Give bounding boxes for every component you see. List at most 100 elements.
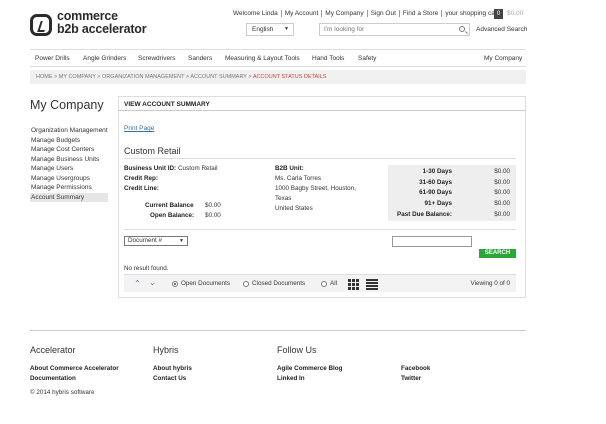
search-icon[interactable]	[459, 26, 465, 32]
utility-links: Welcome Linda My Account My Company Sign Ou…	[230, 10, 502, 17]
nav-item-angle-grinders[interactable]: Angle Grinders	[83, 55, 126, 62]
open-documents-label: Open Documents	[181, 280, 231, 287]
address-line-3: Texas	[275, 195, 292, 202]
sidebar-item-account-summary[interactable]: Account Summary	[30, 192, 108, 202]
b2b-unit-label: B2B Unit:	[275, 165, 304, 172]
aging-label: 91+ Days	[424, 200, 452, 207]
document-type-value: Document #	[128, 237, 162, 244]
sidebar-menu: Organization Management Manage Budgets M…	[30, 126, 108, 202]
aging-value: $0.00	[494, 179, 510, 186]
current-balance-value: $0.00	[205, 202, 221, 209]
nav-item-power-drills[interactable]: Power Drills	[35, 55, 70, 62]
logo-line2: b2b accelerator	[57, 22, 147, 36]
footer-link-twitter[interactable]: Twitter	[401, 375, 421, 382]
section-divider	[124, 158, 516, 159]
sidebar-item-manage-permissions[interactable]: Manage Permissions	[30, 183, 108, 193]
cart-total: $0.00	[507, 10, 524, 17]
nav-divider-bottom	[30, 66, 526, 67]
footer-link-documentation[interactable]: Documentation	[30, 375, 76, 382]
credit-line-label: Credit Line:	[124, 185, 159, 192]
aging-value: $0.00	[494, 200, 510, 207]
closed-documents-label: Closed Documents	[252, 280, 306, 287]
nav-divider-top	[30, 49, 526, 50]
find-store-link[interactable]: Find a Store	[399, 10, 443, 17]
sidebar-item-manage-budgets[interactable]: Manage Budgets	[30, 136, 108, 146]
breadcrumb-separator: >	[97, 74, 101, 80]
aging-label: Past Due Balance:	[397, 211, 452, 218]
logo-text[interactable]: commerce b2b accelerator	[57, 10, 147, 36]
footer-link-agile-commerce-blog[interactable]: Agile Commerce Blog	[277, 365, 342, 372]
open-documents-radio[interactable]	[172, 281, 178, 287]
address-line-4: United States	[275, 205, 313, 212]
nav-item-my-company[interactable]: My Company	[484, 55, 522, 62]
sidebar-item-manage-users[interactable]: Manage Users	[30, 164, 108, 174]
footer-divider	[30, 330, 526, 331]
breadcrumb-separator: >	[54, 74, 58, 80]
language-select[interactable]: English ▼	[246, 23, 294, 36]
unit-name-heading: Custom Retail	[124, 146, 181, 156]
open-balance-label: Open Balance:	[150, 212, 195, 219]
nav-item-safety[interactable]: Safety	[358, 55, 376, 62]
nav-item-screwdrivers[interactable]: Screwdrivers	[138, 55, 176, 62]
viewing-count: Viewing 0 of 0	[470, 280, 510, 287]
caret-down-icon: ▼	[179, 238, 184, 244]
footer-link-about-hybris[interactable]: About hybris	[153, 365, 192, 372]
breadcrumb-separator: >	[248, 74, 252, 80]
aging-value: $0.00	[494, 189, 510, 196]
sort-down-icon[interactable]: ⌄	[149, 278, 156, 287]
footer-link-linked-in[interactable]: Linked In	[277, 375, 305, 382]
document-search-input[interactable]	[392, 236, 472, 247]
search-input[interactable]	[320, 24, 450, 35]
nav-item-sanders[interactable]: Sanders	[188, 55, 212, 62]
footer-link-facebook[interactable]: Facebook	[401, 365, 430, 372]
advanced-search-link[interactable]: Advanced Search	[476, 26, 527, 33]
my-account-link[interactable]: My Account	[281, 10, 323, 17]
aging-table: 1-30 Days $0.00 31-60 Days $0.00 61-90 Day…	[388, 165, 516, 221]
footer-heading-hybris: Hybris	[153, 345, 179, 355]
footer-link-contact-us[interactable]: Contact Us	[153, 375, 186, 382]
business-unit-id-value: Custom Retail	[178, 165, 218, 172]
copyright: © 2014 hybris software	[30, 389, 95, 396]
breadcrumb-account-summary[interactable]: ACCOUNT SUMMARY	[190, 74, 247, 80]
footer-link-about-commerce-accelerator[interactable]: About Commerce Accelerator	[30, 365, 119, 372]
sidebar-item-manage-usergroups[interactable]: Manage Usergroups	[30, 174, 108, 184]
my-company-link[interactable]: My Company	[322, 10, 368, 17]
breadcrumb-current: ACCOUNT STATUS DETAILS	[252, 74, 327, 80]
closed-documents-radio[interactable]	[243, 281, 249, 287]
aging-value: $0.00	[494, 168, 510, 175]
sort-up-icon[interactable]: ⌃	[134, 279, 141, 288]
panel-title: VIEW ACCOUNT SUMMARY	[124, 101, 210, 108]
section-divider	[124, 229, 516, 230]
open-balance-value: $0.00	[205, 212, 221, 219]
aging-label: 61-90 Days	[419, 189, 452, 196]
list-view-icon[interactable]	[366, 279, 378, 290]
aging-label: 1-30 Days	[422, 168, 452, 175]
breadcrumb-my-company[interactable]: MY COMPANY	[59, 74, 96, 80]
logo-icon[interactable]	[30, 14, 52, 36]
breadcrumb-home[interactable]: HOME	[36, 74, 53, 80]
nav-item-measuring-layout-tools[interactable]: Measuring & Layout Tools	[225, 55, 300, 62]
results-toolbar: ⌃ ⌄ Open Documents Closed Documents All …	[124, 274, 516, 292]
cart-count-badge[interactable]: 0	[494, 9, 503, 19]
document-type-select[interactable]: Document # ▼	[124, 236, 188, 246]
business-unit-id-label: Business Unit ID:	[124, 165, 177, 172]
panel-title-divider	[118, 110, 526, 111]
all-documents-radio[interactable]	[321, 281, 327, 287]
sign-out-link[interactable]: Sign Out	[367, 10, 400, 17]
print-page-link[interactable]: Print Page	[124, 125, 154, 132]
shopping-cart-link[interactable]: your shopping cart	[442, 10, 501, 17]
breadcrumb-organization-management[interactable]: ORGANIZATION MANAGEMENT	[102, 74, 184, 80]
breadcrumb: HOME > MY COMPANY > ORGANIZATION MANAGEM…	[30, 70, 526, 84]
footer-heading-follow-us: Follow Us	[277, 345, 317, 355]
address-line-2: 1000 Bagby Street, Houston,	[275, 185, 356, 192]
sidebar-item-organization-management[interactable]: Organization Management	[30, 126, 108, 136]
grid-view-icon[interactable]	[348, 279, 359, 290]
sidebar-item-manage-cost-centers[interactable]: Manage Cost Centers	[30, 145, 108, 155]
language-value: English	[252, 26, 274, 33]
search-box[interactable]	[319, 23, 470, 36]
nav-item-hand-tools[interactable]: Hand Tools	[312, 55, 344, 62]
sidebar-item-manage-business-units[interactable]: Manage Business Units	[30, 155, 108, 165]
footer-heading-accelerator: Accelerator	[30, 345, 76, 355]
welcome-text: Welcome Linda	[230, 10, 282, 17]
search-button[interactable]: SEARCH	[479, 249, 516, 258]
